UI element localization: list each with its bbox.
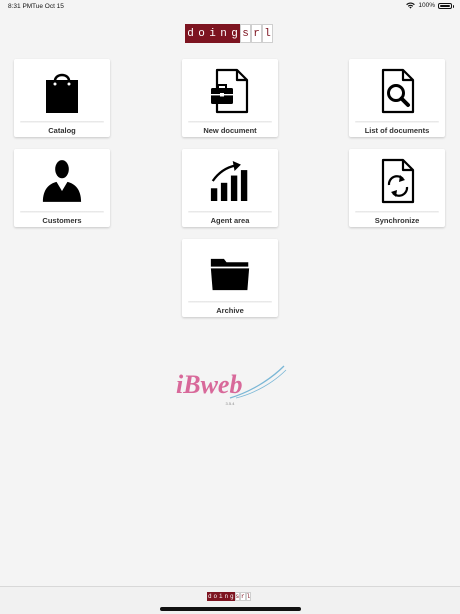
tile-synchronize[interactable]: Synchronize — [349, 149, 445, 227]
folder-icon — [210, 247, 250, 295]
tile-label: List of documents — [364, 126, 430, 135]
doing-srl-logo: d o i n g s r l — [185, 24, 273, 43]
ibweb-logo-text: iBweb — [176, 370, 242, 399]
status-indicators: 100% — [406, 2, 454, 9]
tile-archive[interactable]: Archive — [182, 239, 278, 317]
battery-percent: 100% — [418, 2, 435, 9]
home-indicator[interactable] — [160, 607, 301, 611]
tile-label: Agent area — [210, 216, 250, 225]
tile-label: Customers — [42, 216, 82, 225]
tile-separator — [188, 211, 272, 213]
status-date: Tue Oct 15 — [32, 3, 64, 10]
logo-letter: l — [262, 24, 273, 43]
doing-srl-footer-logo: d o i n g s r l — [207, 592, 251, 601]
customer-icon — [42, 157, 82, 205]
battery-icon — [438, 2, 454, 9]
logo-letter: s — [240, 24, 251, 43]
logo-letter: o — [196, 24, 207, 43]
search-document-icon — [377, 67, 417, 115]
tile-separator — [20, 121, 104, 123]
tile-separator — [20, 211, 104, 213]
tile-label: Catalog — [48, 126, 76, 135]
tile-separator — [188, 301, 272, 303]
logo-letter: r — [251, 24, 262, 43]
status-time: 8:31 PM — [8, 3, 33, 10]
app-version: 3.5.4 — [225, 401, 235, 406]
status-bar: 8:31 PM Tue Oct 15 100% — [0, 0, 460, 14]
wifi-icon — [406, 2, 416, 9]
tile-list-of-documents[interactable]: List of documents — [349, 59, 445, 137]
logo-letter: i — [207, 24, 218, 43]
growth-chart-icon — [210, 157, 250, 205]
logo-letter: g — [229, 24, 240, 43]
tile-catalog[interactable]: Catalog — [14, 59, 110, 137]
logo-letter: d — [185, 24, 196, 43]
battery-level — [440, 4, 450, 7]
shopping-bag-icon — [42, 67, 82, 115]
tile-separator — [355, 211, 439, 213]
tile-label: Synchronize — [374, 216, 420, 225]
new-document-icon — [210, 67, 250, 115]
tile-new-document[interactable]: New document — [182, 59, 278, 137]
tile-label: Archive — [216, 306, 244, 315]
logo-letter: n — [218, 24, 229, 43]
logo-letter: l — [245, 592, 251, 601]
tile-separator — [355, 121, 439, 123]
tile-separator — [188, 121, 272, 123]
tile-agent-area[interactable]: Agent area — [182, 149, 278, 227]
sync-document-icon — [377, 157, 417, 205]
tile-label: New document — [203, 126, 257, 135]
tile-customers[interactable]: Customers — [14, 149, 110, 227]
